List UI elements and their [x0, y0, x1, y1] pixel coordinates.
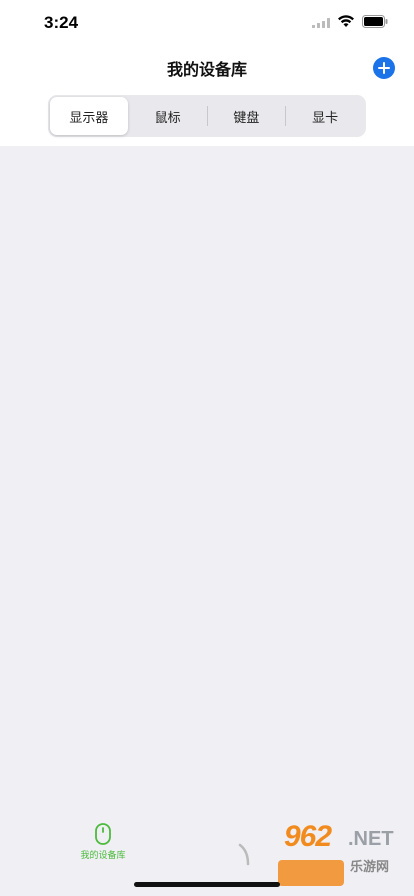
segment-monitor[interactable]: 显示器 [50, 97, 128, 135]
watermark-badge [278, 860, 344, 886]
add-device-button[interactable] [373, 57, 395, 79]
device-category-segmented-control: 显示器 鼠标 键盘 显卡 [48, 95, 366, 137]
cellular-signal-icon [312, 18, 330, 28]
swipe-hint-icon [238, 843, 250, 866]
segment-keyboard[interactable]: 键盘 [208, 97, 286, 135]
watermark-suffix: .NET [348, 828, 394, 850]
wifi-icon [338, 15, 354, 27]
watermark-chinese: 乐游网 [350, 860, 390, 875]
mouse-icon [95, 823, 111, 845]
top-header: 3:24 我的设备库 显示器 鼠标 键盘 显卡 [0, 0, 414, 146]
page-title: 我的设备库 [166, 60, 247, 79]
segment-graphics-card[interactable]: 显卡 [286, 97, 364, 135]
site-watermark-logo: 962 .NET 乐游网 [270, 812, 414, 896]
tab-label: 我的设备库 [80, 851, 126, 861]
watermark-number: 962 [284, 820, 332, 853]
home-indicator [134, 882, 280, 887]
status-bar: 3:24 [0, 0, 414, 46]
status-time: 3:24 [44, 13, 79, 32]
tab-my-devices[interactable]: 我的设备库 [74, 822, 132, 861]
battery-icon [362, 15, 388, 28]
segment-mouse[interactable]: 鼠标 [129, 97, 207, 135]
